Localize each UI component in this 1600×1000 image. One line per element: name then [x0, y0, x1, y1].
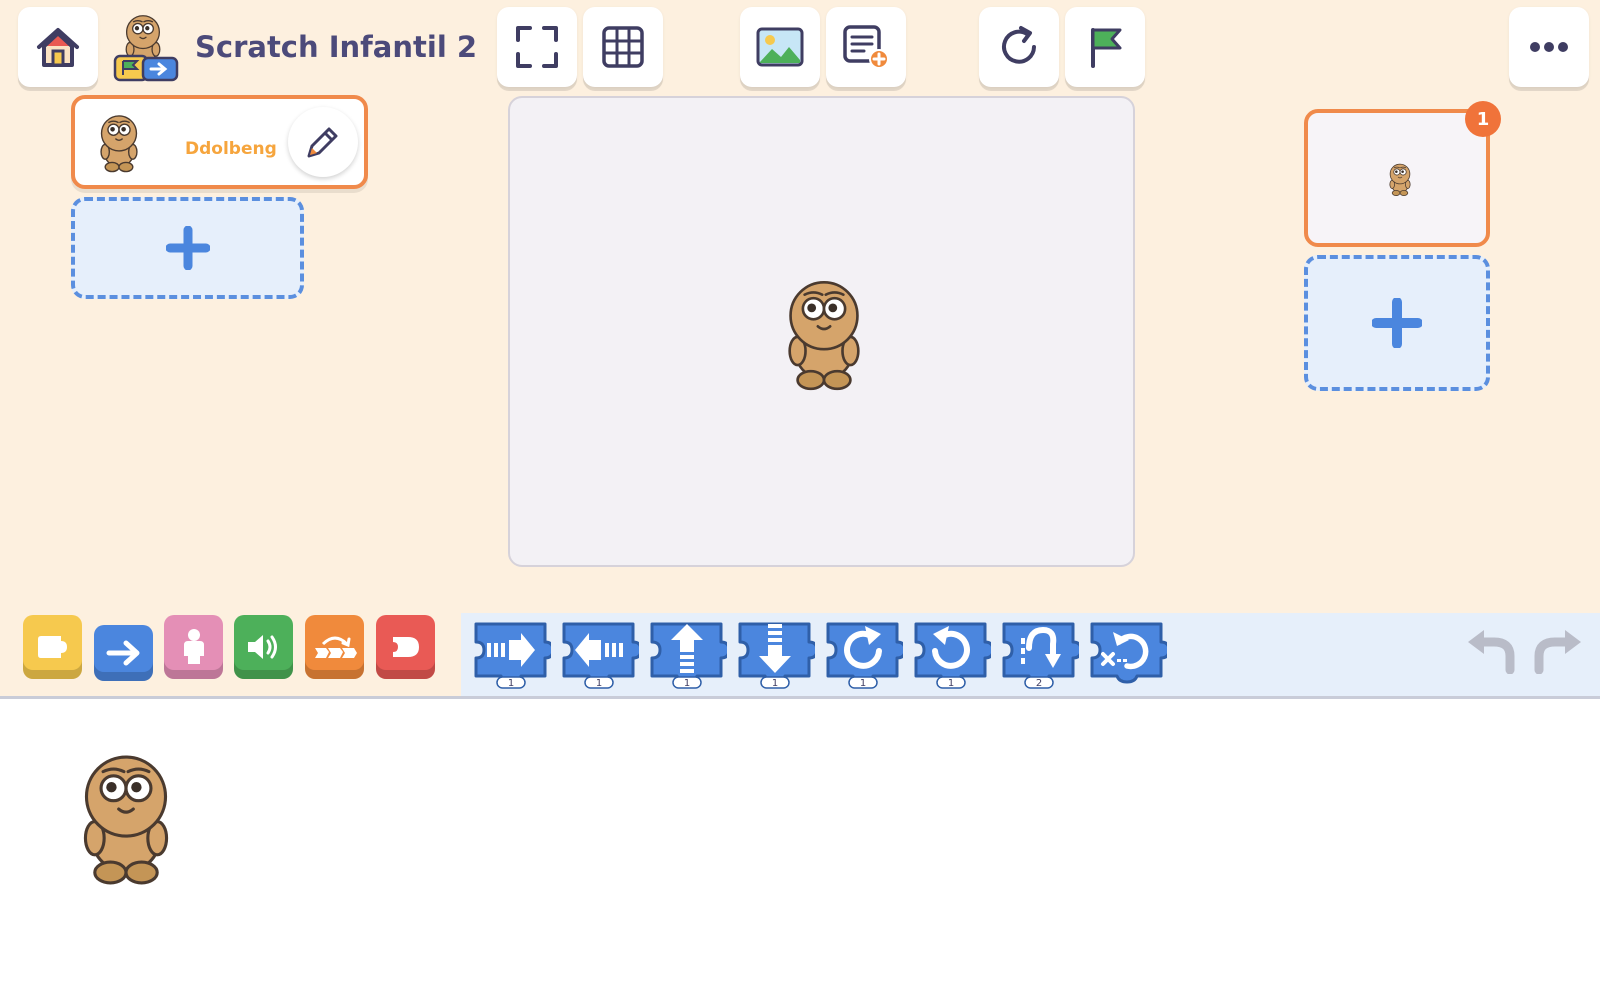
block-count[interactable]: 1: [508, 678, 514, 689]
current-sprite-indicator: [74, 752, 178, 889]
backgrounds-button[interactable]: [740, 7, 820, 87]
fullscreen-icon: [516, 26, 558, 68]
block-go-home[interactable]: [1087, 618, 1167, 690]
sprite-thumbnail: [96, 114, 142, 174]
scene-number-badge: 1: [1465, 101, 1501, 137]
home-button[interactable]: [18, 7, 98, 87]
add-text-button[interactable]: [826, 7, 906, 87]
block-turn-right[interactable]: 1: [823, 618, 903, 690]
green-flag-icon: [1091, 28, 1122, 68]
scene-thumbnail[interactable]: [1304, 109, 1490, 247]
stage[interactable]: [508, 96, 1135, 567]
block-move-left[interactable]: 1: [559, 618, 639, 690]
block-move-down[interactable]: 1: [735, 618, 815, 690]
block-turn-left[interactable]: 1: [911, 618, 991, 690]
category-control[interactable]: [305, 615, 364, 679]
speaker-icon: [247, 635, 277, 659]
category-motion[interactable]: [94, 625, 153, 681]
end-block-icon: [392, 637, 419, 657]
block-move-right[interactable]: 1: [471, 618, 551, 690]
block-count[interactable]: 1: [684, 678, 690, 689]
redo-button[interactable]: [1529, 628, 1585, 675]
person-icon: [183, 629, 204, 664]
background-image-icon: [756, 27, 804, 67]
green-flag-button[interactable]: [1065, 7, 1145, 87]
category-triggering[interactable]: [23, 615, 82, 679]
sprite-name: Ddolbeng: [185, 139, 277, 159]
repeat-blocks-icon: [314, 636, 357, 658]
script-workspace[interactable]: [0, 699, 1600, 1000]
edit-sprite-button[interactable]: [288, 107, 358, 177]
grid-button[interactable]: [583, 7, 663, 87]
block-count[interactable]: 1: [948, 678, 954, 689]
sprite-card-ddolbeng[interactable]: Ddolbeng: [71, 95, 368, 189]
plus-icon: [1372, 298, 1422, 348]
plus-icon: [165, 226, 210, 270]
add-text-icon: [843, 25, 889, 69]
category-end[interactable]: [376, 615, 435, 679]
home-icon: [37, 28, 79, 67]
block-count[interactable]: 2: [1036, 678, 1042, 689]
redo-icon: [1534, 630, 1581, 675]
block-count[interactable]: 1: [772, 678, 778, 689]
project-title[interactable]: Scratch Infantil 2: [195, 30, 477, 64]
more-icon: [1530, 42, 1568, 52]
undo-icon: [1468, 630, 1515, 675]
app-logo: [113, 15, 179, 82]
category-looks[interactable]: [164, 615, 223, 679]
reset-button[interactable]: [979, 7, 1059, 87]
grid-icon: [602, 26, 644, 68]
more-button[interactable]: [1509, 7, 1589, 87]
block-count[interactable]: 1: [860, 678, 866, 689]
arrow-right-icon: [106, 640, 139, 666]
pencil-icon: [307, 127, 338, 158]
add-scene-button[interactable]: [1304, 255, 1490, 391]
reset-icon: [1002, 26, 1036, 64]
block-move-up[interactable]: 1: [647, 618, 727, 690]
trigger-block-icon: [37, 636, 67, 658]
block-hop[interactable]: 2: [999, 618, 1079, 690]
scene-character-thumbnail: [1387, 163, 1413, 197]
block-count[interactable]: 1: [596, 678, 602, 689]
stage-character[interactable]: [780, 276, 868, 396]
undo-button[interactable]: [1464, 628, 1520, 675]
add-sprite-button[interactable]: [71, 197, 304, 299]
category-sound[interactable]: [234, 615, 293, 679]
fullscreen-button[interactable]: [497, 7, 577, 87]
